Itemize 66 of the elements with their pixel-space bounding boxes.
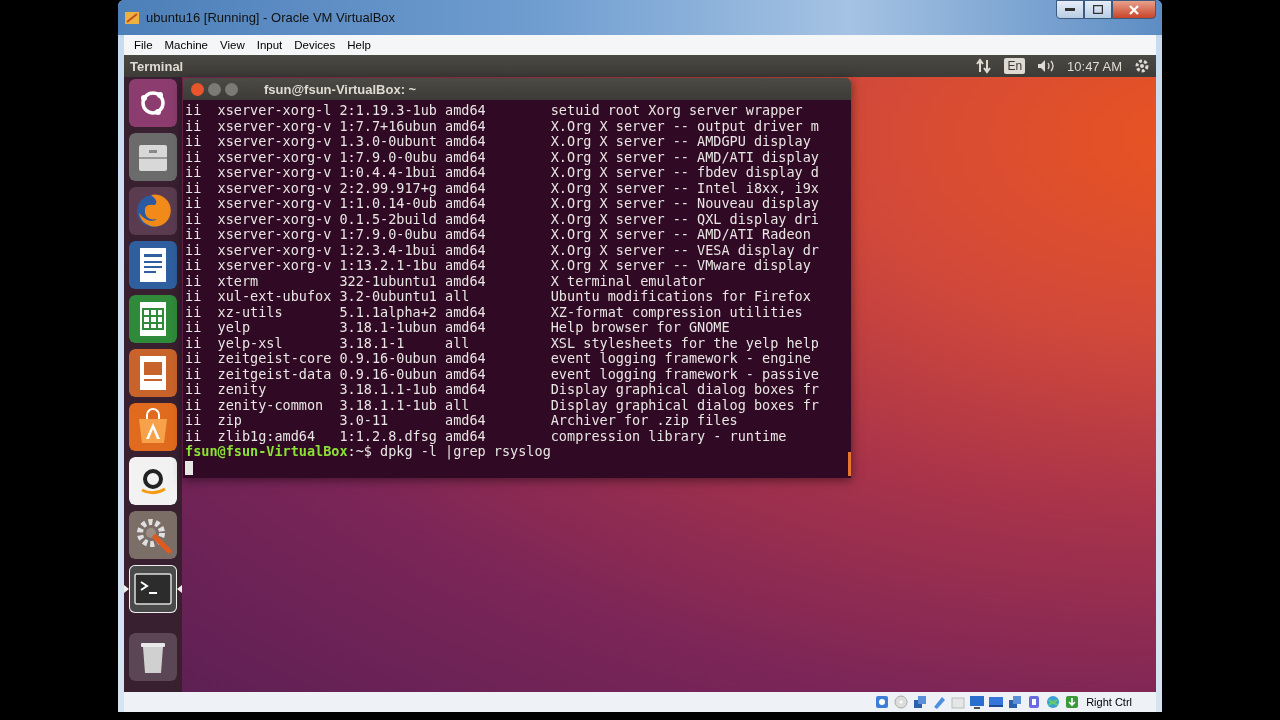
maximize-button[interactable]: [1084, 0, 1112, 19]
window-title: ubuntu16 [Running] - Oracle VM VirtualBox: [146, 10, 396, 25]
terminal-line: ii zeitgeist-core 0.9.16-0ubun amd64 event logging framework - engine: [185, 351, 811, 367]
command-prompt: fsun@fsun-VirtualBox:~$ dpkg -l |grep rsyslog: [185, 444, 551, 460]
spreadsheet-icon[interactable]: [129, 295, 177, 343]
terminal-line: ii xserver-xorg-l 2:1.19.3-1ub amd64 setuid root Xorg server wrapper: [185, 103, 803, 119]
terminal-title: fsun@fsun-VirtualBox: ~: [264, 81, 417, 97]
scroll-indicator: [848, 452, 851, 476]
terminal-line: ii zeitgeist-data 0.9.16-0ubun amd64 event logging framework - passive: [185, 366, 819, 382]
menu-item[interactable]: Devices: [288, 37, 342, 53]
terminal-line: ii xserver-xorg-v 1:2.3.4-1bui amd64 X.Org X server -- VESA display dr: [185, 242, 819, 258]
terminal-line: ii xserver-xorg-v 1:7.9.0-0ubu amd64 X.Org X server -- AMD/ATI Radeon: [185, 227, 811, 243]
clock[interactable]: 10:47 AM: [1067, 58, 1122, 74]
presentation-icon[interactable]: [129, 349, 177, 397]
minimize-icon: [1065, 8, 1075, 11]
terminal-line: ii xserver-xorg-v 2:2.99.917+g amd64 X.Org X server -- Intel i8xx, i9x: [185, 180, 819, 196]
terminal-line: ii xz-utils 5.1.1alpha+2 amd64 XZ-format compression utilities: [185, 304, 803, 320]
firefox-icon[interactable]: [129, 187, 177, 235]
terminal-line: ii xserver-xorg-v 1:7.7+16ubun amd64 X.Org X server -- output driver m: [185, 118, 819, 134]
display-icon[interactable]: [988, 694, 1005, 710]
network-icon[interactable]: [976, 58, 993, 74]
terminal-line: ii yelp 3.18.1-1ubun amd64 Help browser for GNOME: [185, 320, 730, 336]
trash-icon[interactable]: [129, 633, 177, 681]
download-icon[interactable]: [1064, 694, 1081, 710]
terminal-line: ii xserver-xorg-v 1.3.0-0ubunt amd64 X.Org X server -- AMDGPU display: [185, 134, 811, 150]
menu-item[interactable]: Input: [250, 37, 289, 53]
terminal-line: ii xserver-xorg-v 0.1.5-2build amd64 X.Org X server -- QXL display dri: [185, 211, 819, 227]
terminal-line: ii xserver-xorg-v 1:0.4.4-1bui amd64 X.Org X server -- fbdev display d: [185, 165, 819, 181]
terminal-line: ii xserver-xorg-v 1:1.0.14-0ub amd64 X.Org X server -- Nouveau display: [185, 196, 819, 212]
windows-icon[interactable]: [912, 694, 929, 710]
text-cursor: [185, 460, 193, 475]
terminal-line: ii zip 3.0-11 amd64 Archiver for .zip files: [185, 413, 738, 429]
terminal-line: ii yelp-xsl 3.18.1-1 all XSL stylesheets for the yelp help: [185, 335, 819, 351]
terminal-line: ii xserver-xorg-v 1:13.2.1-1bu amd64 X.Org X server -- VMware display: [185, 258, 811, 274]
app-name: Terminal: [130, 58, 184, 74]
settings-icon[interactable]: [1134, 58, 1150, 74]
menu-item[interactable]: File: [128, 37, 159, 53]
maximize-icon: [1093, 5, 1103, 14]
terminal-line: ii zenity-common 3.18.1.1-1ub all Display graphical dialog boxes fr: [185, 397, 819, 413]
terminal-line: ii zenity 3.18.1.1-1ub amd64 Display graphical dialog boxes fr: [185, 382, 819, 398]
document-icon[interactable]: [129, 241, 177, 289]
pen-icon[interactable]: [931, 694, 948, 710]
keyboard-indicator[interactable]: En: [1004, 58, 1026, 74]
menu-item[interactable]: View: [214, 37, 251, 53]
host-key-label: Right Ctrl: [1086, 696, 1132, 708]
volume-icon[interactable]: [1037, 59, 1056, 73]
shopping-bag-icon[interactable]: [129, 403, 177, 451]
close-button[interactable]: [1112, 0, 1156, 19]
globe-icon[interactable]: [1045, 694, 1062, 710]
terminal-icon[interactable]: [129, 565, 177, 613]
close-button[interactable]: [191, 82, 204, 96]
terminal-line: ii xterm 322-1ubuntu1 amd64 X terminal emulator: [185, 273, 706, 289]
minimize-button[interactable]: [1056, 0, 1084, 19]
monitor-icon[interactable]: [969, 694, 986, 710]
ubuntu-logo-icon[interactable]: [129, 79, 177, 127]
file-cabinet-icon[interactable]: [129, 133, 177, 181]
terminal-line: ii zlib1g:amd64 1:1.2.8.dfsg amd64 compression library - runtime: [185, 428, 787, 444]
terminal-line: ii xul-ext-ubufox 3.2-0ubuntu1 all Ubuntu modifications for Firefox: [185, 289, 811, 305]
virtualbox-icon: [124, 9, 140, 26]
terminal-line: ii xserver-xorg-v 1:7.9.0-0ubu amd64 X.Org X server -- AMD/ATI display: [185, 149, 819, 165]
menu-item[interactable]: Help: [341, 37, 377, 53]
menu-item[interactable]: Machine: [158, 37, 214, 53]
windows-icon[interactable]: [1007, 694, 1024, 710]
close-icon: [1129, 4, 1139, 15]
amazon-icon[interactable]: [129, 457, 177, 505]
settings-icon[interactable]: [129, 511, 177, 559]
